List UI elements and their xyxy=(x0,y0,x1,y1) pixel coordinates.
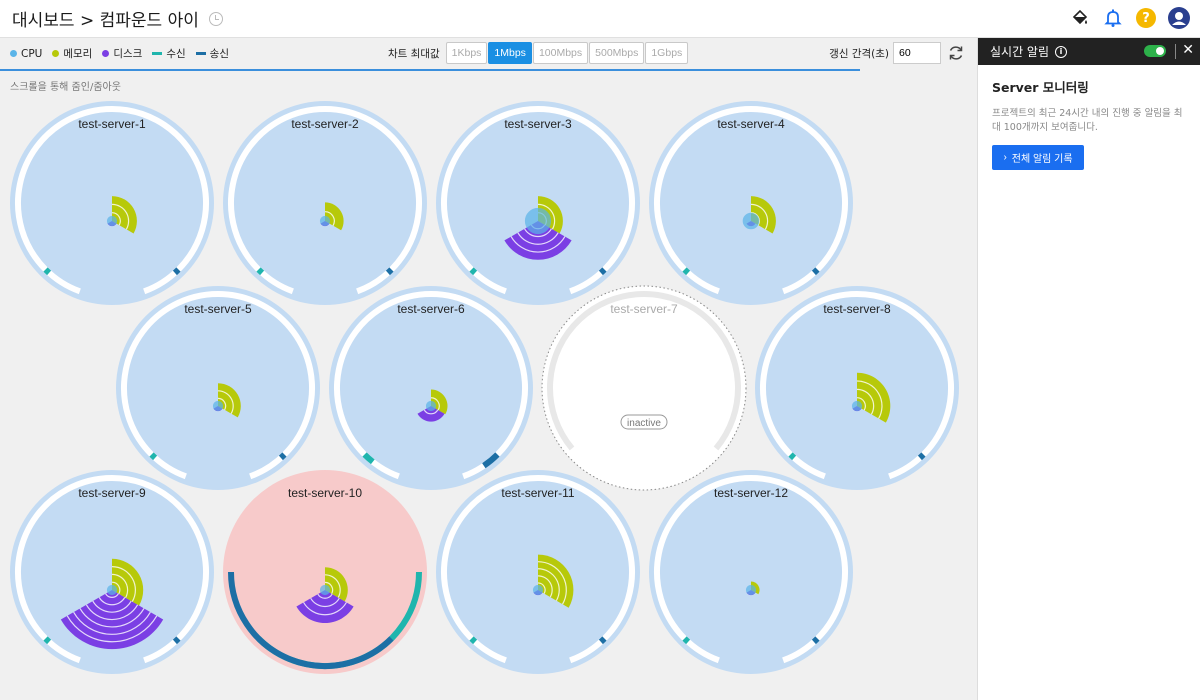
cpu-indicator xyxy=(524,207,552,235)
rx-bar xyxy=(256,267,265,276)
server-node[interactable]: test-server-9 xyxy=(10,470,214,674)
close-icon[interactable]: ✕ xyxy=(1182,42,1194,58)
server-node[interactable]: test-server-4 xyxy=(649,101,853,305)
server-name: test-server-6 xyxy=(397,302,465,316)
server-monitoring-title: Server 모니터링 xyxy=(992,80,1089,95)
divider xyxy=(1175,44,1176,59)
server-name: test-server-4 xyxy=(717,117,785,131)
server-node[interactable]: test-server-2 xyxy=(223,101,427,305)
cpu-indicator xyxy=(106,584,118,596)
cpu-indicator xyxy=(425,400,437,412)
history-icon[interactable] xyxy=(208,11,223,26)
side-panel-header: 실시간 알림 i ✕ xyxy=(978,38,1200,65)
server-name: test-server-12 xyxy=(714,486,788,500)
rx-bar xyxy=(469,636,478,645)
main-area: CPU 메모리 디스크 수신 송신 차트 최대값 1Kbps 1Mbps 100… xyxy=(0,38,977,700)
page-title: 대시보드 > 컴파운드 아이 xyxy=(12,11,199,31)
rx-bar xyxy=(43,267,52,276)
rx-bar xyxy=(788,452,797,461)
server-name: test-server-10 xyxy=(288,486,362,500)
paint-bucket-icon[interactable] xyxy=(1069,7,1091,29)
server-node[interactable]: inactive test-server-7 xyxy=(541,285,747,491)
tx-bar xyxy=(172,636,181,645)
top-bar: 대시보드 > 컴파운드 아이 ? xyxy=(0,0,1200,38)
server-node[interactable]: test-server-1 xyxy=(10,101,214,305)
server-name: test-server-9 xyxy=(78,486,146,500)
server-node[interactable]: test-server-12 xyxy=(649,470,853,674)
cpu-indicator xyxy=(212,400,224,412)
cpu-indicator xyxy=(319,584,331,596)
info-icon[interactable]: i xyxy=(1055,45,1068,58)
rx-bar xyxy=(682,636,691,645)
tx-bar xyxy=(917,452,926,461)
cpu-indicator xyxy=(532,584,544,596)
inactive-badge-label: inactive xyxy=(627,418,661,429)
rx-bar xyxy=(469,267,478,276)
rx-bar xyxy=(682,267,691,276)
bell-icon[interactable] xyxy=(1102,7,1124,29)
tx-bar xyxy=(811,636,820,645)
server-node[interactable]: test-server-3 xyxy=(436,101,640,305)
help-icon[interactable]: ? xyxy=(1135,7,1157,29)
server-node[interactable]: test-server-10 xyxy=(223,470,427,674)
side-panel-description: 프로젝트의 최근 24시간 내의 진행 중 알림을 최대 100개까지 보여줍니… xyxy=(992,108,1183,133)
tx-bar xyxy=(598,267,607,276)
all-alerts-history-button[interactable]: › 전체 알림 기록 xyxy=(992,145,1084,170)
cpu-indicator xyxy=(106,215,118,227)
server-circle-inactive xyxy=(541,285,747,491)
tx-bar xyxy=(278,452,287,461)
server-name: test-server-1 xyxy=(78,117,146,131)
chevron-right-icon: › xyxy=(1003,152,1007,163)
rx-bar xyxy=(149,452,158,461)
server-circles: test-server-1 test-server-2 test-server-3 t… xyxy=(10,101,959,674)
server-circle xyxy=(649,470,853,674)
server-name: test-server-7 xyxy=(610,302,678,316)
server-name: test-server-2 xyxy=(291,117,359,131)
side-panel-title: 실시간 알림 xyxy=(990,45,1050,59)
tx-bar xyxy=(172,267,181,276)
tx-bar xyxy=(811,267,820,276)
server-node[interactable]: test-server-8 xyxy=(755,286,959,490)
cpu-indicator xyxy=(745,584,757,596)
all-alerts-history-label: 전체 알림 기록 xyxy=(1011,154,1073,165)
cpu-indicator xyxy=(742,212,760,230)
top-icons: ? xyxy=(1069,7,1190,29)
alert-side-panel: 실시간 알림 i ✕ Server 모니터링 프로젝트의 최근 24시간 내의 … xyxy=(977,38,1200,700)
server-node[interactable]: test-server-5 xyxy=(116,286,320,490)
server-node[interactable]: test-server-11 xyxy=(436,470,640,674)
server-name: test-server-3 xyxy=(504,117,572,131)
server-node[interactable]: test-server-6 xyxy=(329,286,533,490)
rx-bar xyxy=(43,636,52,645)
tx-bar xyxy=(598,636,607,645)
server-name: test-server-5 xyxy=(184,302,252,316)
cpu-indicator xyxy=(851,400,863,412)
tx-bar xyxy=(385,267,394,276)
server-name: test-server-11 xyxy=(501,486,574,500)
cpu-indicator xyxy=(319,215,331,227)
server-circle xyxy=(329,286,533,490)
realtime-alert-toggle[interactable] xyxy=(1144,45,1166,57)
server-name: test-server-8 xyxy=(823,302,891,316)
avatar[interactable] xyxy=(1168,7,1190,29)
